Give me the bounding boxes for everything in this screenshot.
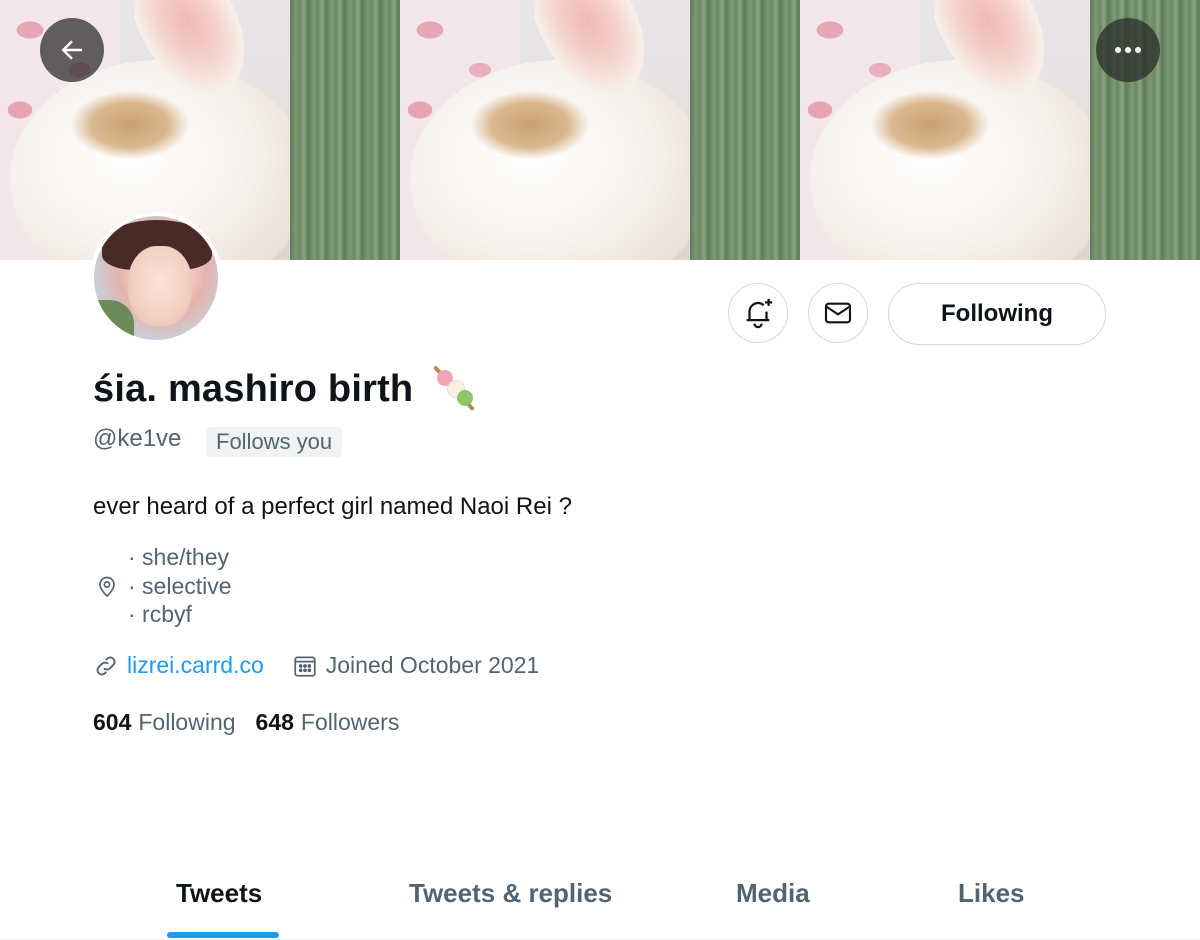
back-button[interactable] bbox=[40, 18, 104, 82]
joined-date: Joined October 2021 bbox=[325, 652, 540, 678]
message-button[interactable] bbox=[808, 283, 868, 343]
following-count: 604 bbox=[93, 709, 132, 735]
avatar[interactable] bbox=[90, 212, 222, 344]
tab-likes[interactable]: Likes bbox=[958, 878, 1025, 909]
tab-media[interactable]: Media bbox=[736, 878, 810, 909]
followers-label: Followers bbox=[300, 709, 400, 735]
followers-count-link[interactable]: 648 Followers bbox=[256, 709, 400, 736]
display-name-row: śia. mashiro birth bbox=[93, 364, 477, 414]
tab-tweets[interactable]: Tweets bbox=[176, 878, 262, 909]
location-pin-icon bbox=[99, 576, 115, 598]
profile-meta-row: lizrei.carrd.co Joined October 2021 bbox=[93, 652, 539, 679]
followers-count: 648 bbox=[255, 709, 294, 735]
website-link[interactable]: lizrei.carrd.co bbox=[127, 652, 264, 679]
following-label: Following bbox=[138, 709, 236, 735]
active-tab-indicator bbox=[167, 932, 279, 938]
more-options-button[interactable] bbox=[1096, 18, 1160, 82]
dango-emoji bbox=[427, 364, 477, 414]
follows-you-badge: Follows you bbox=[206, 427, 343, 457]
arrow-left-icon bbox=[61, 40, 82, 60]
follow-counts: 604 Following 648 Followers bbox=[93, 709, 419, 736]
location-line: · selective bbox=[128, 573, 232, 599]
calendar-icon bbox=[294, 655, 316, 677]
link-icon bbox=[96, 656, 116, 675]
tab-tweets-and-replies[interactable]: Tweets & replies bbox=[409, 878, 612, 909]
envelope-icon bbox=[824, 302, 852, 324]
profile-tabs: Tweets Tweets & replies Media Likes bbox=[0, 860, 1200, 940]
handle: @ke1ve bbox=[93, 425, 182, 452]
notifications-button[interactable] bbox=[728, 283, 788, 343]
following-button[interactable]: Following bbox=[888, 283, 1106, 345]
following-count-link[interactable]: 604 Following bbox=[93, 709, 236, 736]
banner-image-tile bbox=[400, 0, 800, 260]
location-line: · rcbyf bbox=[128, 601, 192, 627]
bell-plus-icon bbox=[746, 298, 773, 329]
location-line: · she/they bbox=[128, 544, 229, 570]
display-name: śia. mashiro birth bbox=[93, 367, 414, 410]
ellipsis-icon bbox=[1113, 47, 1143, 53]
bio: ever heard of a perfect girl named Naoi … bbox=[93, 493, 572, 520]
avatar-image bbox=[94, 216, 218, 340]
